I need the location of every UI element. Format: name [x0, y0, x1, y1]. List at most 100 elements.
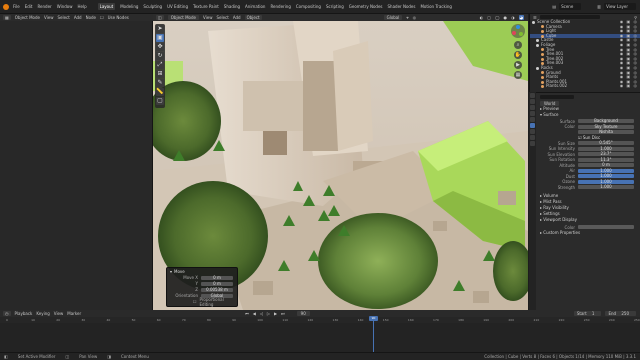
- collapse-arrow-icon[interactable]: ▾: [170, 269, 172, 274]
- move-z-field[interactable]: 0.00538 m: [201, 287, 233, 292]
- axis-y-icon[interactable]: [519, 32, 523, 36]
- use-nodes-checkbox[interactable]: ☐: [100, 15, 104, 20]
- property-value-field[interactable]: 1.000: [578, 146, 634, 151]
- operator-panel-header[interactable]: ▾ Move: [167, 268, 237, 274]
- tab-animation[interactable]: Animation: [245, 4, 265, 9]
- play-reverse-icon[interactable]: ◁: [260, 311, 263, 316]
- property-value-field[interactable]: 23.7°: [578, 152, 634, 156]
- timeline-editor-type-button[interactable]: ◷: [3, 311, 11, 316]
- playback-menu[interactable]: Playback: [15, 311, 33, 316]
- property-section[interactable]: ▸ Viewport Display: [530, 217, 640, 223]
- visibility-toggle-icon[interactable]: ◉ ▣ ◎: [620, 84, 640, 89]
- tab-sculpting[interactable]: Sculpting: [143, 4, 162, 9]
- measure-icon[interactable]: 📏: [156, 88, 164, 96]
- next-key-icon[interactable]: ▶: [274, 311, 277, 316]
- viewport-object-menu[interactable]: Object: [244, 15, 262, 20]
- sky-type-select[interactable]: Nishita: [578, 130, 634, 134]
- end-frame-field[interactable]: End 250: [605, 311, 636, 316]
- viewport-view-menu[interactable]: View: [203, 15, 213, 20]
- select-box-icon[interactable]: ▣: [156, 34, 164, 42]
- tab-geometry-nodes[interactable]: Geometry Nodes: [349, 4, 383, 9]
- property-value-field[interactable]: 0 m: [578, 163, 634, 167]
- view-layer-tab-icon[interactable]: [530, 111, 535, 116]
- camera-view-icon[interactable]: ▶: [514, 61, 522, 69]
- view-layer-field[interactable]: View Layer: [604, 3, 636, 10]
- tab-modeling[interactable]: Modeling: [120, 4, 138, 9]
- menu-window[interactable]: Window: [57, 4, 73, 9]
- world-tab-icon[interactable]: [530, 123, 535, 128]
- left-select-menu[interactable]: Select: [57, 15, 69, 20]
- modifier-tab-icon[interactable]: [530, 135, 535, 140]
- surface-shader-field[interactable]: Background: [578, 119, 634, 123]
- menu-edit[interactable]: Edit: [25, 4, 33, 9]
- property-value-field[interactable]: 0.545°: [578, 141, 634, 145]
- tab-uv-editing[interactable]: UV Editing: [167, 4, 188, 9]
- tab-scripting[interactable]: Scripting: [326, 4, 344, 9]
- properties-search-input[interactable]: [540, 94, 574, 99]
- scene-tab-icon[interactable]: [530, 117, 535, 122]
- shading-material-icon[interactable]: ◑: [511, 15, 515, 20]
- proportional-icon[interactable]: ◎: [413, 15, 417, 20]
- viewport-editor-type-button[interactable]: ◫: [156, 15, 164, 20]
- scene-field[interactable]: Scene: [559, 3, 582, 10]
- render-tab-icon[interactable]: [530, 99, 535, 104]
- material-tab-icon[interactable]: [530, 141, 535, 146]
- world-name-field[interactable]: World: [540, 100, 560, 106]
- perspective-toggle-icon[interactable]: ▦: [514, 71, 522, 79]
- menu-help[interactable]: Help: [77, 4, 86, 9]
- menu-file[interactable]: File: [13, 4, 20, 9]
- proportional-checkbox[interactable]: ☐: [167, 299, 200, 304]
- axis-x-icon[interactable]: [512, 31, 516, 35]
- property-value-field[interactable]: 1.000: [578, 174, 634, 178]
- editor-type-button[interactable]: ▦: [3, 15, 11, 20]
- viewport-add-menu[interactable]: Add: [233, 15, 241, 20]
- prev-key-icon[interactable]: ◀: [253, 311, 256, 316]
- section-surface[interactable]: ▾ Surface: [530, 112, 640, 118]
- current-frame-field[interactable]: 90: [296, 311, 310, 316]
- property-value-field[interactable]: 1.000: [578, 179, 634, 184]
- mode-dropdown[interactable]: Object Mode: [167, 15, 199, 20]
- shading-solid-icon[interactable]: ●: [504, 15, 508, 20]
- annotate-icon[interactable]: ✎: [156, 79, 164, 87]
- tool-tab-icon[interactable]: [530, 93, 535, 98]
- viewport-color-swatch[interactable]: [578, 225, 634, 229]
- tab-motion-tracking[interactable]: Motion Tracking: [420, 4, 451, 9]
- last-operator-panel[interactable]: ▾ Move Move X 0 m Y 0 m Z 0.00538 m Orie…: [166, 267, 238, 307]
- keying-menu[interactable]: Keying: [36, 311, 49, 316]
- marker-menu[interactable]: Marker: [67, 311, 81, 316]
- section-custom-properties[interactable]: ▸ Custom Properties: [530, 230, 640, 236]
- tab-compositing[interactable]: Compositing: [296, 4, 321, 9]
- transform-icon[interactable]: ⊞: [156, 70, 164, 78]
- property-value-field[interactable]: 1.000: [578, 168, 634, 173]
- tab-texture-paint[interactable]: Texture Paint: [193, 4, 219, 9]
- left-add-menu[interactable]: Add: [74, 15, 82, 20]
- pan-hand-icon[interactable]: ✋: [514, 51, 522, 59]
- tab-shading[interactable]: Shading: [224, 4, 240, 9]
- add-cube-icon[interactable]: ▢: [156, 97, 164, 105]
- left-node-menu[interactable]: Node: [86, 15, 96, 20]
- rotate-icon[interactable]: ↻: [156, 52, 164, 60]
- xray-icon[interactable]: ▢: [487, 15, 491, 20]
- left-view-menu[interactable]: View: [44, 15, 54, 20]
- object-tab-icon[interactable]: [530, 129, 535, 134]
- move-x-field[interactable]: 0 m: [201, 275, 233, 280]
- start-frame-field[interactable]: Start 1: [573, 311, 602, 316]
- snap-icon[interactable]: ⌖: [406, 15, 408, 20]
- frame-ruler[interactable]: [0, 317, 640, 323]
- orientation-dropdown[interactable]: Global: [383, 15, 403, 20]
- menu-render[interactable]: Render: [37, 4, 51, 9]
- property-value-field[interactable]: 11.3°: [578, 157, 634, 162]
- shading-rendered-icon[interactable]: ◕: [518, 15, 524, 20]
- jump-start-icon[interactable]: ⏮: [245, 311, 249, 316]
- cursor-icon[interactable]: ➤: [156, 25, 164, 33]
- left-editor-area[interactable]: [0, 14, 153, 310]
- color-input-field[interactable]: Sky Texture: [578, 124, 634, 129]
- jump-end-icon[interactable]: ⏭: [281, 311, 285, 316]
- tab-layout[interactable]: Layout: [97, 3, 116, 10]
- left-mode-menu[interactable]: Object Mode: [15, 15, 40, 20]
- output-tab-icon[interactable]: [530, 105, 535, 110]
- timeline-view-menu[interactable]: View: [54, 311, 64, 316]
- tab-rendering[interactable]: Rendering: [270, 4, 290, 9]
- play-icon[interactable]: ▷: [267, 311, 270, 316]
- sun-disc-checkbox[interactable]: ☑ Sun Disc: [578, 135, 600, 140]
